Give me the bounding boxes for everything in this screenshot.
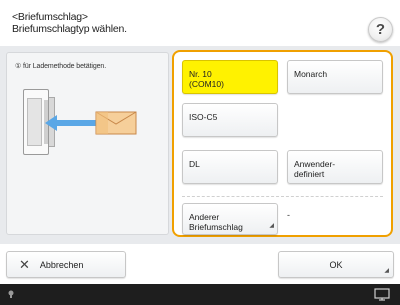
option-iso-c5[interactable]: ISO-C5: [182, 103, 278, 137]
footer-bar: ✕ Abbrechen OK ◢: [0, 244, 400, 284]
divider: [182, 196, 383, 197]
dropdown-corner-icon: ◢: [384, 268, 389, 274]
screen-title: <Briefumschlag>: [12, 11, 88, 23]
option-label: Monarch: [294, 69, 328, 79]
monitor-icon[interactable]: [374, 288, 390, 301]
cancel-button[interactable]: ✕ Abbrechen: [6, 251, 126, 278]
option-other-envelope[interactable]: Anderer Briefumschlag ◢: [182, 203, 278, 235]
help-button[interactable]: ?: [368, 17, 393, 42]
ok-button[interactable]: OK ◢: [278, 251, 394, 278]
option-label: Nr. 10 (COM10): [189, 69, 224, 89]
status-indicator-icon: [8, 290, 14, 298]
option-monarch[interactable]: Monarch: [287, 60, 383, 94]
envelope-icon: [95, 111, 137, 135]
option-label: Anwender- definiert: [294, 159, 336, 179]
header: <Briefumschlag> Briefumschlagtyp wählen.…: [0, 0, 400, 46]
loading-illustration-panel: ① für Lademethode betätigen.: [6, 52, 169, 235]
main-content: ① für Lademethode betätigen. Nr. 10 (COM…: [0, 46, 400, 244]
envelope-type-panel: Nr. 10 (COM10) Monarch ISO-C5 DL Anwende…: [172, 50, 393, 237]
instruction-text: ① für Lademethode betätigen.: [15, 63, 107, 70]
option-label: DL: [189, 159, 200, 169]
option-label: Anderer Briefumschlag: [189, 212, 243, 232]
question-mark-icon: ?: [375, 21, 386, 38]
close-icon: ✕: [19, 256, 30, 272]
ok-label: OK: [329, 259, 343, 270]
other-envelope-value: -: [287, 210, 290, 220]
option-user-defined[interactable]: Anwender- definiert: [287, 150, 383, 184]
option-dl[interactable]: DL: [182, 150, 278, 184]
cancel-label: Abbrechen: [39, 259, 84, 270]
status-bar: [0, 284, 400, 305]
dropdown-corner-icon: ◢: [269, 223, 274, 229]
printer-tray: [27, 98, 42, 146]
option-label: ISO-C5: [189, 112, 218, 122]
option-nr10-com10[interactable]: Nr. 10 (COM10): [182, 60, 278, 94]
screen-subtitle: Briefumschlagtyp wählen.: [12, 23, 127, 35]
